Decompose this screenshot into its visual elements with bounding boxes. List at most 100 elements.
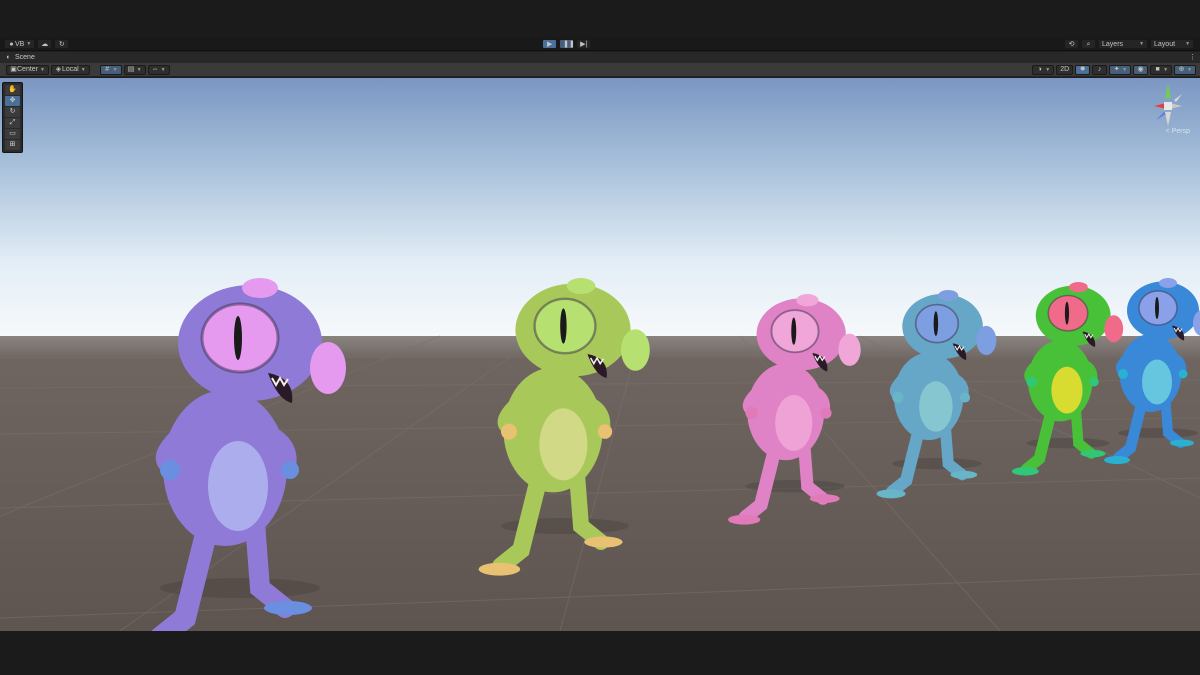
alien-foot-right (950, 470, 978, 479)
chevron-down-icon: ▼ (1139, 41, 1145, 47)
bottom-letterbox (0, 631, 1200, 675)
pivot-mode-dropdown[interactable]: ▣ Center ▼ (6, 64, 49, 75)
step-button[interactable]: ▶| (576, 39, 592, 49)
scene-visibility-toggle[interactable]: ◉ (1133, 64, 1149, 75)
neg-x-cone (1174, 94, 1182, 102)
more-options-icon[interactable]: ⋮ (1189, 54, 1196, 61)
alien-belly (919, 381, 953, 432)
neg-y-cone (1165, 112, 1171, 126)
alien-pupil (1064, 301, 1070, 325)
alien-pupil (791, 317, 797, 345)
pivot-space-dropdown[interactable]: ◈ Local ▼ (50, 64, 90, 75)
layout-label: Layout (1154, 40, 1176, 48)
step-icon: ▶| (580, 40, 588, 48)
pause-button[interactable]: ❚❚ (559, 39, 575, 49)
visibility-icon: ◉ (1137, 66, 1144, 73)
hand-tool[interactable]: ✋ (5, 85, 20, 95)
scale-icon: ⤢ (9, 119, 16, 126)
increment-snap-button[interactable]: ⇔ ▼ (147, 64, 170, 75)
alien-belly (208, 441, 268, 531)
alien-hand-left (745, 406, 758, 420)
effects-dropdown[interactable]: ✦ ▼ (1109, 64, 1132, 75)
chevron-down-icon: ▼ (160, 66, 166, 73)
account-label: VB (15, 40, 25, 48)
pivot-icon: ▣ (10, 66, 17, 73)
search-button[interactable]: ⌕ (1081, 39, 1097, 49)
rotate-tool[interactable]: ↻ (5, 107, 20, 117)
snap-icon: ⇔ (151, 66, 159, 73)
transform-tool[interactable]: ⊞ (5, 140, 20, 150)
rotate-icon: ↻ (9, 108, 16, 115)
chevron-down-icon: ▼ (1187, 66, 1192, 73)
gizmo-center (1164, 102, 1172, 110)
alien-ear (310, 342, 346, 394)
scene-viewport[interactable] (0, 78, 1200, 631)
alien-pupil (560, 308, 567, 344)
alien-foot-left (478, 562, 521, 576)
shading-icon: ◑ (1037, 66, 1042, 73)
main-toolbar: ● VB ▼ ☁ ↻ ▶ ❚❚ ▶| ⟲ ⌕ Layers ▼ Layout ▼ (0, 38, 1200, 51)
alien-ear (621, 329, 650, 371)
rect-tool[interactable]: ▭ (5, 129, 20, 139)
move-tool[interactable]: ✥ (5, 96, 20, 106)
alien-foot-left (876, 489, 906, 499)
alien-foot-right (1170, 439, 1194, 447)
history-icon: ⟲ (1068, 40, 1075, 48)
grid-snap-button[interactable]: # ▼ (99, 64, 122, 75)
rect-icon: ▭ (9, 130, 16, 137)
tab-scene[interactable]: Scene (15, 54, 35, 61)
space-label: Local (61, 66, 79, 73)
grid-icon: # (105, 66, 110, 73)
layers-dropdown[interactable]: Layers ▼ (1098, 39, 1149, 49)
alien-foot-right (1080, 449, 1106, 458)
collab-button[interactable]: ↻ (54, 39, 70, 49)
alien-hand-left (160, 460, 180, 480)
alien-eye-top (796, 294, 819, 307)
scale-tool[interactable]: ⤢ (5, 118, 20, 128)
account-dropdown[interactable]: ● VB ▼ (4, 39, 36, 49)
alien-eye-top (938, 290, 959, 302)
alien-pupil (1155, 297, 1159, 319)
chevron-down-icon: ▼ (1163, 66, 1169, 73)
layout-dropdown[interactable]: Layout ▼ (1150, 39, 1195, 49)
draw-mode-dropdown[interactable]: ◑ ▼ (1032, 64, 1055, 75)
chevron-down-icon: ▼ (136, 66, 142, 73)
persp-label[interactable]: < Persp (1166, 128, 1190, 135)
alien-eye-top (566, 278, 596, 294)
scene-render (0, 78, 1200, 631)
alien-hand-right (281, 461, 299, 479)
chevron-down-icon: ▼ (80, 66, 86, 73)
history-button[interactable]: ⟲ (1064, 39, 1080, 49)
camera-icon: ■ (1155, 66, 1160, 73)
hand-icon: ✋ (8, 86, 17, 93)
grid-settings-icon: ▤ (127, 66, 135, 73)
lighting-toggle[interactable]: ✹ (1075, 64, 1091, 75)
play-button[interactable]: ▶ (542, 39, 558, 49)
scene-toolbar: ▣ Center ▼ ◈ Local ▼ # ▼ ▤ ▼ ⇔ ▼ ◑ ▼ 2D ✹ ♪ … (0, 63, 1200, 77)
mode-2d-button[interactable]: 2D (1056, 64, 1074, 75)
alien-eye-top (242, 278, 278, 298)
grid-settings-button[interactable]: ▤ ▼ (123, 64, 146, 75)
cloud-button[interactable]: ☁ (37, 39, 53, 49)
audio-toggle[interactable]: ♪ (1092, 64, 1108, 75)
alien-belly (539, 408, 588, 481)
alien-belly (775, 395, 813, 451)
move-icon: ✥ (9, 97, 16, 104)
cloud-icon: ☁ (41, 40, 49, 48)
alien-hand-left (501, 423, 517, 440)
play-icon: ▶ (546, 40, 553, 48)
alien-ear (1104, 315, 1124, 343)
camera-settings-dropdown[interactable]: ■ ▼ (1150, 64, 1173, 75)
alien-hand-right (597, 424, 613, 439)
account-icon: ● (9, 40, 14, 48)
gizmos-icon: ⊕ (1178, 66, 1185, 73)
pause-icon: ❚❚ (563, 40, 575, 48)
alien-pupil (933, 311, 939, 336)
chevron-down-icon: ▼ (112, 66, 118, 73)
gizmos-dropdown[interactable]: ⊕ ▼ (1174, 64, 1196, 75)
chevron-down-icon: ▼ (1045, 66, 1051, 73)
alien-foot-left (1011, 467, 1039, 476)
alien-belly (1142, 359, 1172, 405)
alien-foot-right (809, 494, 840, 503)
alien-foot-right (584, 536, 623, 548)
